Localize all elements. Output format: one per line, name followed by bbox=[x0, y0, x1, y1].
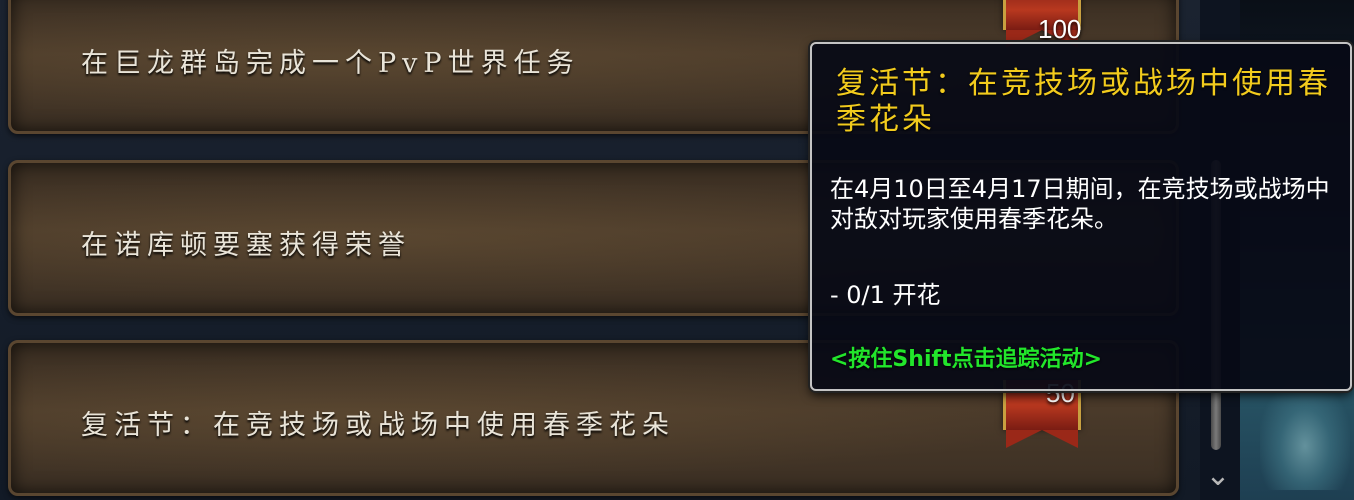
activity-tooltip: 复活节：在竞技场或战场中使用春季花朵 在4月10日至4月17日期间，在竞技场或战… bbox=[810, 42, 1352, 391]
activity-name: 在巨龙群岛完成一个PvP世界任务 bbox=[81, 48, 580, 79]
activity-name: 复活节：在竞技场或战场中使用春季花朵 bbox=[81, 410, 675, 441]
tooltip-title: 复活节：在竞技场或战场中使用春季花朵 bbox=[836, 66, 1331, 137]
game-ui: 在巨龙群岛完成一个PvP世界任务 100 在诺库顿要塞获得荣誉 复活节：在竞技场… bbox=[0, 0, 1354, 500]
tooltip-description: 在4月10日至4月17日期间，在竞技场或战场中对敌对玩家使用春季花朵。 bbox=[830, 175, 1330, 233]
tooltip-progress: - 0/1 开花 bbox=[830, 281, 941, 309]
chevron-down-icon[interactable]: ⌄ bbox=[1198, 456, 1238, 496]
tooltip-hint: <按住Shift点击追踪活动> bbox=[830, 347, 1103, 372]
activity-name: 在诺库顿要塞获得荣誉 bbox=[81, 230, 411, 261]
activity-points: 100 bbox=[1038, 14, 1082, 44]
